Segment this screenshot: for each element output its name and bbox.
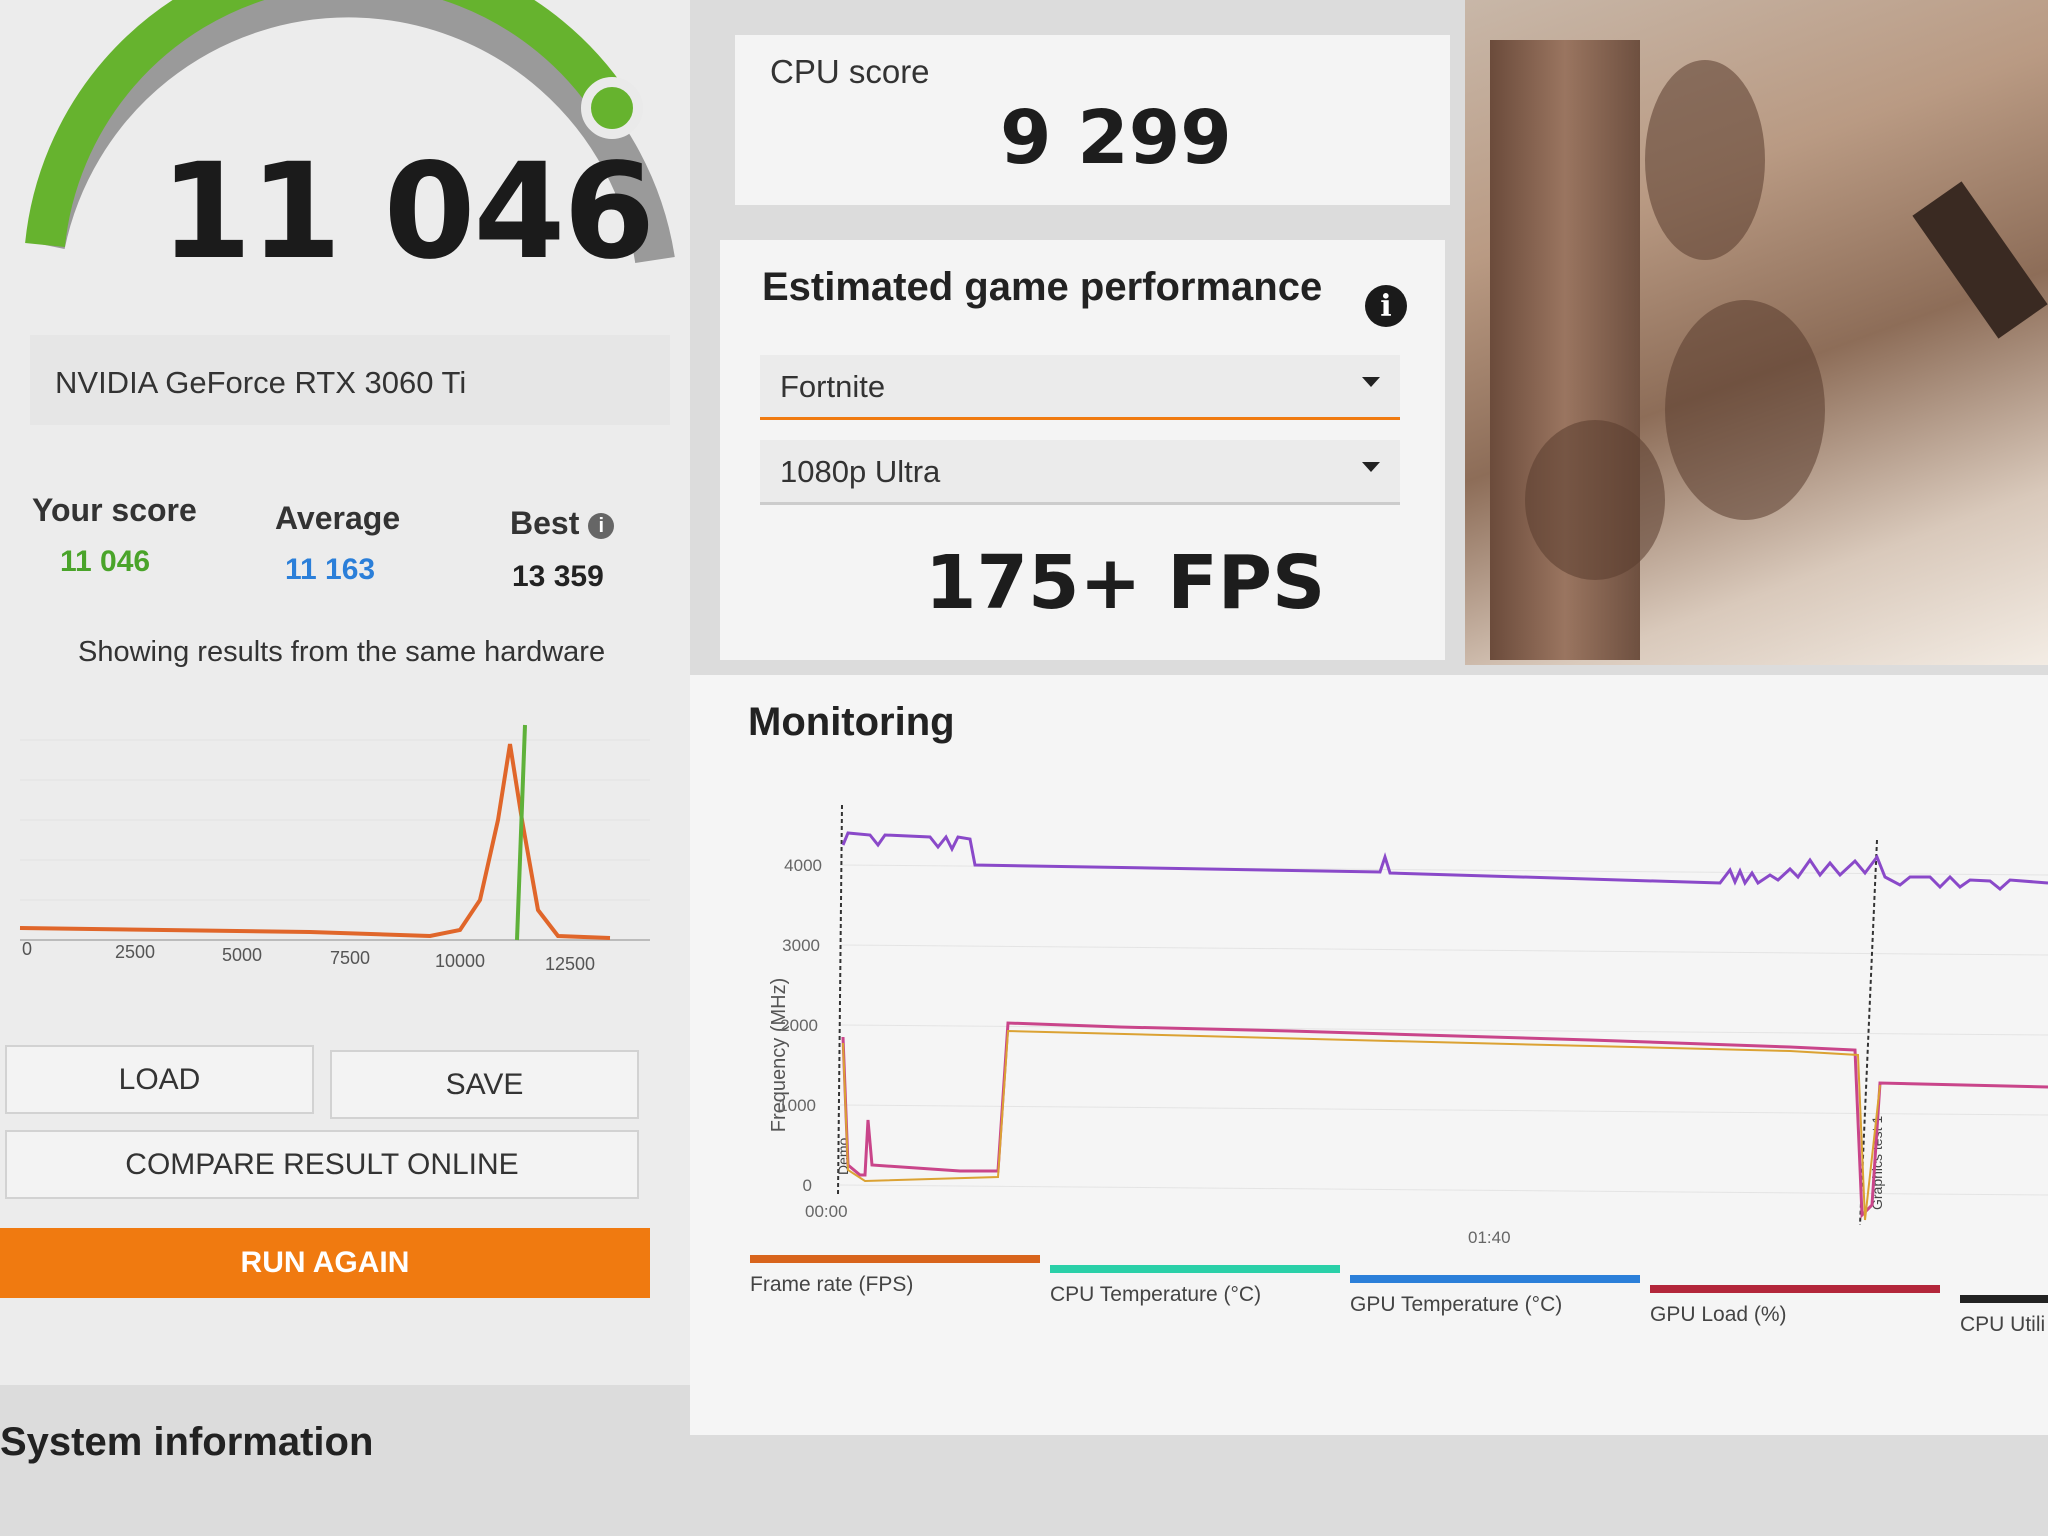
legend-label: CPU Utili (1960, 1313, 2046, 1336)
legend-label: GPU Temperature (°C) (1350, 1293, 1563, 1316)
average-label: Average (275, 500, 401, 536)
monitoring-grid (839, 864, 2048, 1196)
y-tick: 4000 (784, 856, 822, 875)
run-again-button[interactable]: RUN AGAIN (0, 1228, 650, 1298)
best-label-text: Best (510, 505, 580, 541)
legend-item[interactable]: CPU Utili (1960, 1295, 2048, 1337)
your-score-value: 11 046 (60, 545, 151, 578)
chevron-down-icon (1362, 462, 1380, 472)
estimated-performance-title: Estimated game performance (762, 265, 1323, 309)
histogram-tick: 0 (22, 939, 32, 959)
average-value: 11 163 (285, 553, 376, 586)
save-button[interactable]: SAVE (330, 1050, 639, 1119)
x-tick: 00:00 (805, 1202, 848, 1221)
histogram-tick: 7500 (330, 948, 370, 968)
monitoring-panel: Monitoring Frequency (MHz) 4000 3000 200… (690, 675, 2048, 1435)
best-value: 13 359 (512, 560, 604, 593)
best-info-icon[interactable]: i (588, 512, 615, 539)
cpu-score-value: 9 299 (1000, 95, 1232, 181)
your-score-label: Your score (32, 492, 197, 528)
legend-item[interactable]: Frame rate (FPS) (750, 1255, 1040, 1297)
legend-label: GPU Load (%) (1650, 1303, 1787, 1326)
histogram-tick: 5000 (222, 945, 262, 965)
legend-swatch (1350, 1275, 1640, 1283)
score-panel: 11 046 NVIDIA GeForce RTX 3060 Ti Your s… (0, 0, 690, 1385)
legend-swatch (1650, 1285, 1940, 1293)
score-histogram: 0 2500 5000 7500 10000 12500 (19, 724, 650, 974)
y-tick: 0 (803, 1176, 812, 1195)
gauge-knob (581, 77, 643, 139)
histogram-tick: 12500 (545, 954, 595, 974)
histogram-tick: 2500 (115, 942, 155, 962)
compare-online-button[interactable]: COMPARE RESULT ONLINE (5, 1130, 639, 1199)
histogram-tick: 10000 (435, 951, 485, 971)
showing-results-text: Showing results from the same hardware (78, 636, 606, 668)
x-tick: 01:40 (1468, 1228, 1511, 1247)
game-select-value: Fortnite (780, 369, 886, 404)
cpu-score-label: CPU score (770, 53, 930, 90)
cpu-score-panel: CPU score 9 299 (735, 35, 1450, 205)
legend-label: Frame rate (FPS) (750, 1273, 914, 1296)
legend-label: CPU Temperature (°C) (1050, 1283, 1262, 1306)
chevron-down-icon (1362, 377, 1380, 387)
gpu-name: NVIDIA GeForce RTX 3060 Ti (55, 365, 467, 400)
demo-marker-line (837, 804, 843, 1196)
y-tick: 2000 (780, 1016, 818, 1035)
load-button[interactable]: LOAD (5, 1045, 314, 1114)
system-information-heading: System information (0, 1420, 374, 1464)
preset-select-value: 1080p Ultra (780, 454, 941, 489)
legend-swatch (1050, 1265, 1340, 1273)
game-select[interactable]: Fortnite (760, 355, 1400, 420)
preset-select[interactable]: 1080p Ultra (760, 440, 1400, 505)
histogram-grid (20, 739, 650, 901)
legend-item[interactable]: CPU Temperature (°C) (1050, 1265, 1340, 1307)
cpu-clock-series (841, 831, 2048, 891)
estimated-fps: 175+ FPS (925, 540, 1326, 626)
monitoring-chart: Frequency (MHz) 4000 3000 2000 1000 0 00… (768, 804, 2048, 1247)
monitoring-title: Monitoring (748, 700, 955, 744)
gpu-name-box: NVIDIA GeForce RTX 3060 Ti (30, 335, 670, 425)
legend-swatch (1960, 1295, 2048, 1303)
gpu-memory-series (842, 1029, 1881, 1221)
legend-item[interactable]: GPU Load (%) (1650, 1285, 1940, 1327)
overall-score: 11 046 (160, 135, 655, 289)
best-label: Best i (510, 505, 615, 542)
benchmark-artwork-image (1465, 0, 2048, 665)
estimated-game-performance-panel: Estimated game performance i Fortnite 10… (720, 240, 1445, 660)
info-icon[interactable]: i (1365, 285, 1407, 327)
legend-item[interactable]: GPU Temperature (°C) (1350, 1275, 1640, 1317)
legend-swatch (750, 1255, 1040, 1263)
y-tick: 3000 (782, 936, 820, 955)
y-tick: 1000 (778, 1096, 816, 1115)
